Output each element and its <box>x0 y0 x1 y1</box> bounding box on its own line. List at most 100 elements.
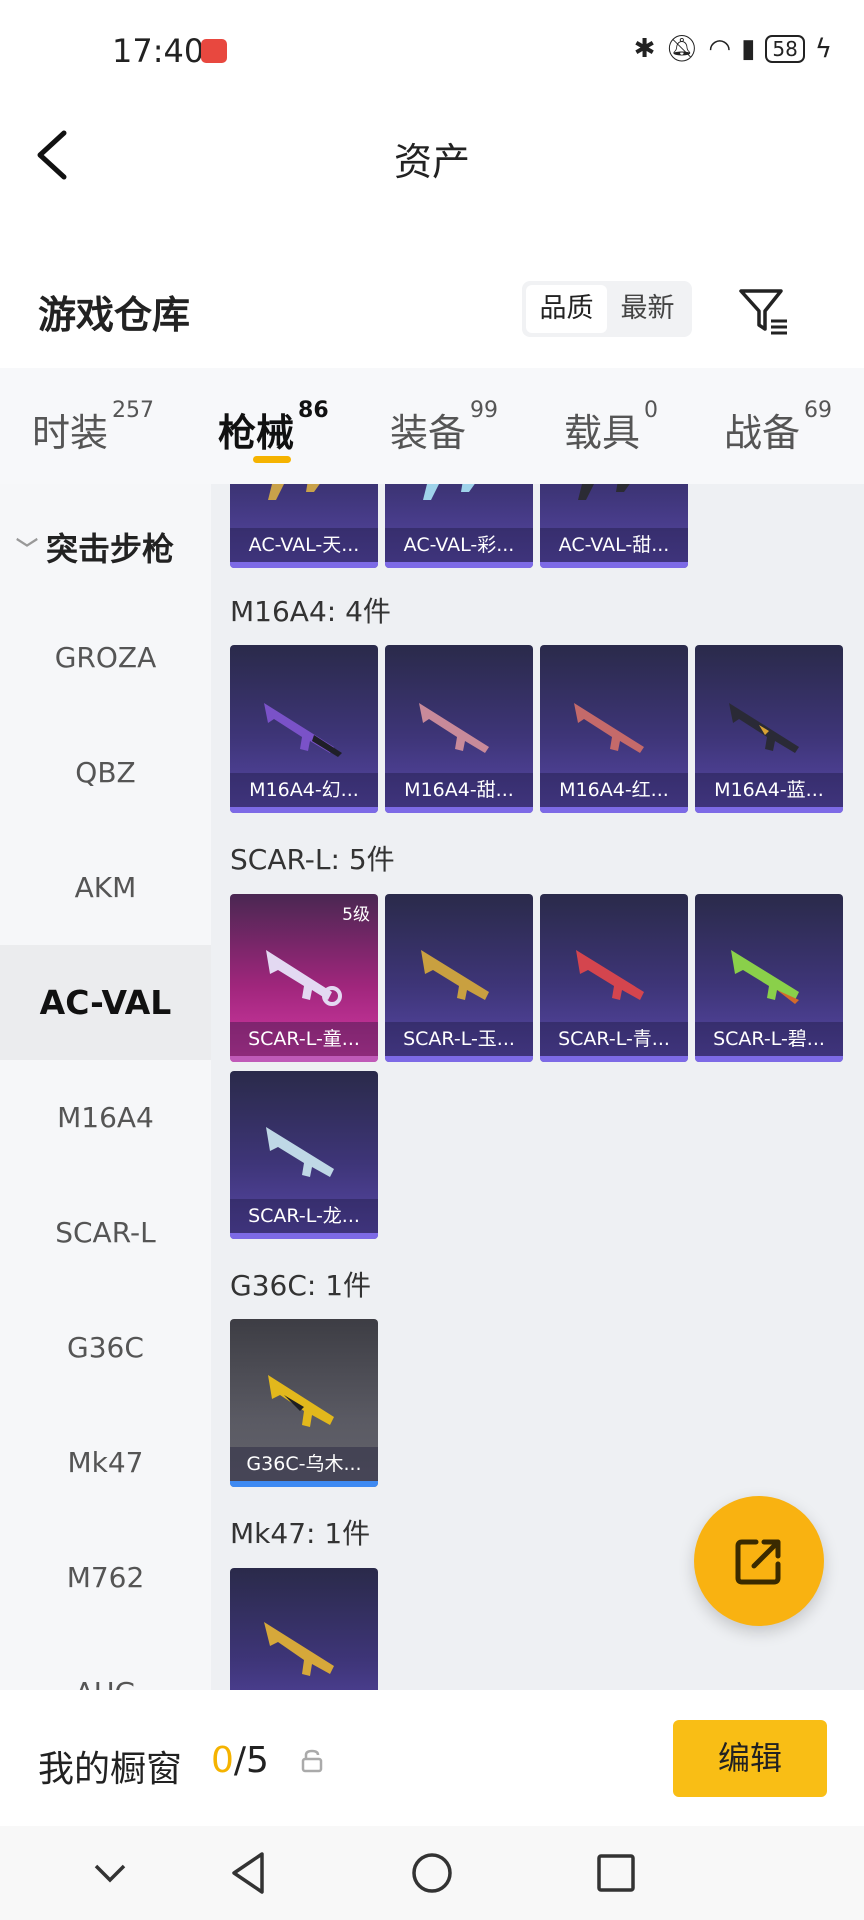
rifle-icon <box>729 703 799 753</box>
sidebar-item-g36c[interactable]: G36C <box>0 1290 211 1405</box>
rifle-icon <box>423 484 475 500</box>
nav-home-icon[interactable] <box>408 1848 456 1898</box>
skin-card[interactable]: M16A4-甜... <box>385 645 533 813</box>
skin-card-label: SCAR-L-玉... <box>385 1022 533 1056</box>
sort-quality-button[interactable]: 品质 <box>526 285 607 333</box>
tab-count: 86 <box>298 398 329 423</box>
sidebar-item-groza[interactable]: GROZA <box>0 600 211 715</box>
rarity-bar <box>385 562 533 568</box>
rifle-icon <box>264 703 342 757</box>
wifi-icon: ◠ <box>708 34 732 64</box>
sort-newest-button[interactable]: 最新 <box>607 285 688 333</box>
rifle-icon <box>421 950 489 1000</box>
skin-card-label: SCAR-L-碧... <box>695 1022 843 1056</box>
sidebar-item-mk47[interactable]: Mk47 <box>0 1405 211 1520</box>
external-link-icon <box>735 1539 781 1585</box>
rifle-icon <box>731 950 799 1004</box>
tab-fashion[interactable]: 时装257 <box>32 398 154 457</box>
tab-label: 战备 <box>724 411 801 455</box>
filter-icon[interactable] <box>735 283 791 339</box>
skin-card[interactable]: AC-VAL-甜... <box>540 484 688 568</box>
skin-card[interactable]: M16A4-红... <box>540 645 688 813</box>
skin-card-label: M16A4-红... <box>540 773 688 807</box>
skin-card[interactable]: SCAR-L-碧... <box>695 894 843 1062</box>
tab-label: 时装 <box>32 411 109 455</box>
app-notification-icon <box>201 39 227 63</box>
rarity-bar <box>230 1056 378 1062</box>
group-label-scar-l: SCAR-L: 5件 <box>230 843 395 876</box>
skin-card[interactable]: SCAR-L-青... <box>540 894 688 1062</box>
sidebar-item-m16a4[interactable]: M16A4 <box>0 1060 211 1175</box>
skin-card-label: AC-VAL-彩... <box>385 528 533 562</box>
sidebar-item-aug[interactable]: AUG <box>0 1635 211 1690</box>
sidebar-category-label: 突击步枪 <box>46 530 175 568</box>
sidebar-category-assault-rifles[interactable]: ﹀ 突击步枪 <box>16 524 174 570</box>
sidebar-item-scar-l[interactable]: SCAR-L <box>0 1175 211 1290</box>
tab-count: 99 <box>470 398 499 423</box>
rarity-bar <box>695 1056 843 1062</box>
rarity-bar <box>230 807 378 813</box>
rarity-bar <box>540 807 688 813</box>
nav-back-icon[interactable] <box>226 1848 270 1898</box>
rarity-bar <box>695 807 843 813</box>
tab-equipment[interactable]: 装备99 <box>390 398 498 457</box>
status-bar: 17:40 ✱ 🔕︎ ◠ ▮ 58 ϟ <box>0 0 864 105</box>
weapon-type-sidebar: ﹀ 突击步枪 GROZA QBZ AKM AC-VAL M16A4 SCAR-L … <box>0 484 211 1690</box>
rifle-icon <box>266 1127 334 1177</box>
rifle-icon <box>574 703 644 753</box>
rifle-icon <box>266 950 342 1006</box>
skin-card[interactable]: AC-VAL-天... <box>230 484 378 568</box>
showcase-count: 0/5 <box>211 1740 269 1781</box>
tab-firearms[interactable]: 枪械86 <box>218 398 329 457</box>
showcase-label: 我的橱窗 <box>38 1749 183 1790</box>
skin-card-label: M16A4-蓝... <box>695 773 843 807</box>
edit-button[interactable]: 编辑 <box>673 1720 827 1797</box>
rifle-icon <box>264 1622 334 1676</box>
page-title: 资产 <box>393 140 470 184</box>
share-fab-button[interactable] <box>694 1496 824 1626</box>
group-label-mk47: Mk47: 1件 <box>230 1517 371 1550</box>
skin-card-label: M16A4-甜... <box>385 773 533 807</box>
skin-card-label: SCAR-L-龙... <box>230 1199 378 1233</box>
sidebar-item-qbz[interactable]: QBZ <box>0 715 211 830</box>
rarity-bar <box>385 807 533 813</box>
rarity-bar <box>540 1056 688 1062</box>
skin-card[interactable] <box>230 1568 378 1690</box>
skin-card[interactable]: M16A4-蓝... <box>695 645 843 813</box>
group-label-g36c: G36C: 1件 <box>230 1269 372 1302</box>
skin-card[interactable]: SCAR-L-龙... <box>230 1071 378 1239</box>
tab-vehicles[interactable]: 载具0 <box>564 398 658 457</box>
rarity-bar <box>230 1233 378 1239</box>
alert-icon: ▮ <box>741 34 756 64</box>
skin-card[interactable]: AC-VAL-彩... <box>385 484 533 568</box>
tab-label: 装备 <box>390 411 467 455</box>
rifle-icon <box>576 950 644 1000</box>
sidebar-item-ac-val[interactable]: AC-VAL <box>0 945 211 1060</box>
skin-card-label: G36C-乌木... <box>230 1447 378 1481</box>
battery-icon: 58 <box>765 35 805 63</box>
skin-card[interactable]: 5级 SCAR-L-童... <box>230 894 378 1062</box>
skin-card-label: SCAR-L-童... <box>230 1022 378 1056</box>
skin-card[interactable]: M16A4-幻... <box>230 645 378 813</box>
tab-label: 载具 <box>564 411 641 455</box>
bluetooth-icon: ✱ <box>633 34 656 64</box>
sidebar-item-akm[interactable]: AKM <box>0 830 211 945</box>
app-header: 资产 <box>0 105 864 205</box>
system-navigation-bar <box>0 1826 864 1920</box>
sort-toggle: 品质 最新 <box>522 281 692 337</box>
rarity-bar <box>230 562 378 568</box>
hide-keyboard-icon[interactable] <box>90 1848 130 1898</box>
rifle-icon <box>419 703 489 753</box>
group-label-m16a4: M16A4: 4件 <box>230 595 391 628</box>
lock-icon <box>301 1749 323 1773</box>
charging-icon: ϟ <box>814 34 832 64</box>
nav-recents-icon[interactable] <box>594 1848 638 1898</box>
active-tab-indicator <box>253 456 291 463</box>
tab-battle-supplies[interactable]: 战备69 <box>724 398 832 457</box>
skin-card[interactable]: G36C-乌木... <box>230 1319 378 1487</box>
sidebar-item-m762[interactable]: M762 <box>0 1520 211 1635</box>
category-tabs: 时装257 枪械86 装备99 载具0 战备69 <box>0 368 864 484</box>
rarity-bar <box>540 562 688 568</box>
skin-card-label: AC-VAL-天... <box>230 528 378 562</box>
skin-card[interactable]: SCAR-L-玉... <box>385 894 533 1062</box>
